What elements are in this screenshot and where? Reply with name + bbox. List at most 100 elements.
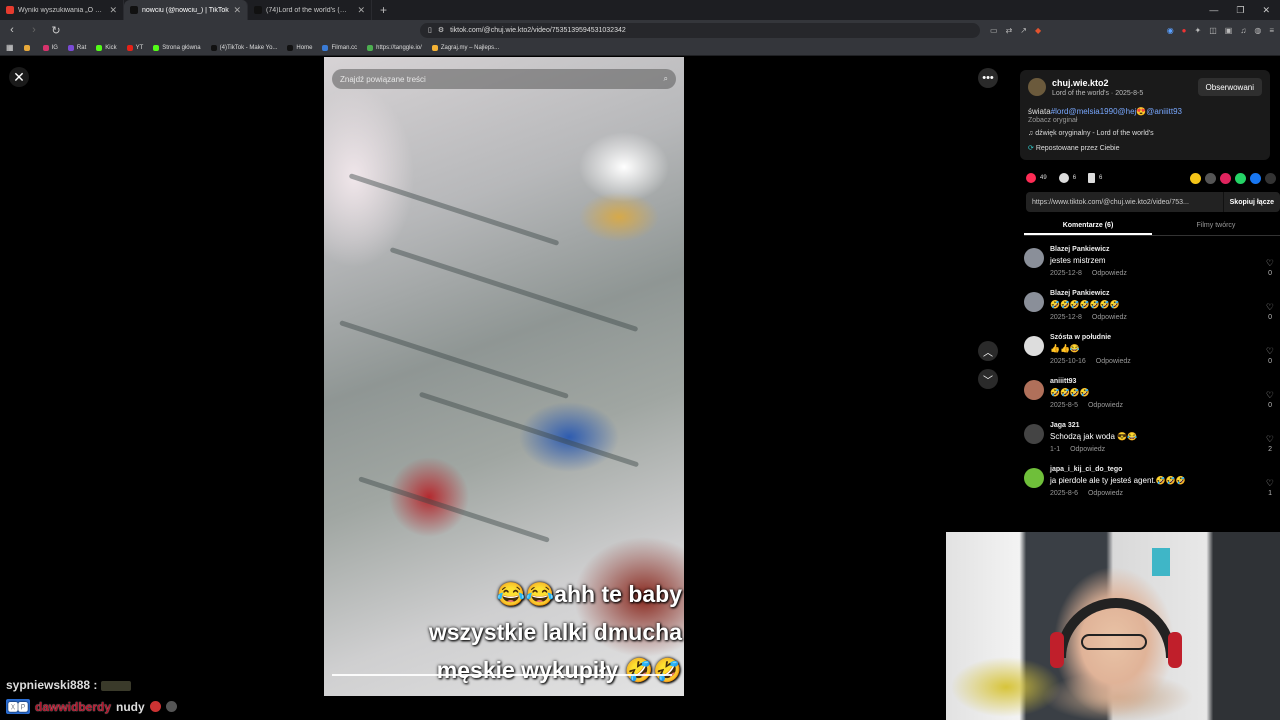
reload-icon[interactable]: ↻ bbox=[50, 24, 62, 37]
bookmark-item[interactable]: Zagraj.my – Najleps... bbox=[431, 44, 499, 51]
bookmark-item[interactable]: Rat bbox=[67, 44, 86, 51]
comment-like-icon[interactable]: ♡ bbox=[1266, 390, 1274, 401]
bookmark-item[interactable]: Strona główna bbox=[153, 44, 201, 51]
sound-link[interactable]: ♫ dźwięk oryginalny - Lord of the world'… bbox=[1028, 130, 1154, 137]
record-icon[interactable]: ● bbox=[1182, 26, 1187, 35]
video-caption-line: wszystkie lalki dmucha bbox=[428, 619, 682, 645]
favicon-icon bbox=[130, 6, 138, 14]
comment-button[interactable]: 6 bbox=[1058, 173, 1076, 183]
wallet-icon[interactable]: ▣ bbox=[1225, 26, 1233, 35]
tab-creator-videos[interactable]: Filmy twórcy bbox=[1152, 218, 1280, 235]
close-tab-icon[interactable]: ✕ bbox=[357, 5, 365, 16]
video-blur-streak bbox=[418, 391, 640, 468]
apps-icon[interactable]: ▦ bbox=[6, 43, 14, 52]
commenter-name[interactable]: Blazej Pankiewicz bbox=[1050, 290, 1110, 297]
bookmark-favicon-icon bbox=[67, 44, 74, 51]
author-avatar[interactable] bbox=[1028, 78, 1046, 96]
close-tab-icon[interactable]: ✕ bbox=[233, 5, 241, 16]
commenter-avatar[interactable] bbox=[1024, 292, 1044, 312]
reply-button[interactable]: Odpowiedz bbox=[1092, 270, 1127, 277]
comment-like-icon[interactable]: ♡ bbox=[1266, 302, 1274, 313]
comment-text: 👍👍😂 bbox=[1050, 344, 1080, 353]
share-link-field[interactable]: https://www.tiktok.com/@chuj.wie.kto2/vi… bbox=[1026, 192, 1223, 212]
bookmark-item[interactable]: Kick bbox=[96, 44, 117, 51]
bookmark-item[interactable]: Home bbox=[287, 44, 312, 51]
minimize-button[interactable]: — bbox=[1209, 5, 1218, 16]
reply-button[interactable]: Odpowiedz bbox=[1092, 314, 1127, 321]
reply-button[interactable]: Odpowiedz bbox=[1070, 446, 1105, 453]
author-name[interactable]: chuj.wie.kto2 bbox=[1052, 78, 1109, 88]
share-option-icon[interactable] bbox=[1205, 172, 1216, 184]
share-option-icon[interactable] bbox=[1250, 172, 1261, 184]
comment-like-icon[interactable]: ♡ bbox=[1266, 478, 1274, 489]
related-search-input[interactable]: Znajdź powiązane treści ⌕ bbox=[332, 69, 676, 89]
reply-button[interactable]: Odpowiedz bbox=[1088, 490, 1123, 497]
share-option-icon[interactable] bbox=[1190, 172, 1201, 184]
commenter-name[interactable]: aniiitt93 bbox=[1050, 378, 1076, 385]
search-icon[interactable]: ⌕ bbox=[664, 74, 668, 84]
pip-icon[interactable]: ▭ bbox=[990, 26, 998, 35]
toolbar-icons: ▭ ⇄ ↗ ◆ bbox=[990, 26, 1041, 35]
vpn-icon[interactable]: ◍ bbox=[1254, 26, 1261, 35]
menu-icon[interactable]: ≡ bbox=[1269, 26, 1274, 35]
close-video-button[interactable]: ✕ bbox=[9, 67, 29, 87]
music-icon[interactable]: ♫ bbox=[1240, 26, 1246, 35]
bookmark-item[interactable] bbox=[23, 44, 33, 51]
bookmark-item[interactable]: Filman.cc bbox=[322, 44, 357, 51]
comment-like-icon[interactable]: ♡ bbox=[1266, 258, 1274, 269]
browser-tab[interactable]: (74)Lord of the world's (@chuj.wie.kt ✕ bbox=[248, 0, 372, 20]
site-info-icon[interactable]: ⚙ bbox=[438, 26, 444, 34]
like-button[interactable]: 49 bbox=[1026, 173, 1047, 183]
new-tab-button[interactable]: + bbox=[372, 3, 395, 17]
commenter-name[interactable]: japa_i_kij_ci_do_tego bbox=[1050, 466, 1122, 473]
share-icon[interactable]: ↗ bbox=[1020, 26, 1027, 35]
comment-item: Jaga 321 Schodzą jak woda 😎😂 1-1 Odpowiedz… bbox=[1024, 420, 1274, 464]
close-tab-icon[interactable]: ✕ bbox=[109, 5, 117, 16]
commenter-avatar[interactable] bbox=[1024, 468, 1044, 488]
follow-button[interactable]: Obserwowani bbox=[1197, 78, 1262, 96]
tab-comments[interactable]: Komentarze (6) bbox=[1024, 218, 1152, 235]
more-options-button[interactable]: ••• bbox=[978, 68, 998, 88]
description-tags[interactable]: #lord@melsia1990@hej😍@aniiitt93 bbox=[1051, 107, 1182, 116]
bookmark-item[interactable]: https://tanggle.io/ bbox=[367, 44, 422, 51]
address-bar[interactable]: ▯ ⚙ tiktok.com/@chuj.wie.kto2/video/7535… bbox=[420, 22, 980, 38]
commenter-avatar[interactable] bbox=[1024, 380, 1044, 400]
previous-video-button[interactable]: ︿ bbox=[978, 341, 998, 361]
translate-icon[interactable]: ⇄ bbox=[1006, 26, 1013, 35]
bookmark-item[interactable]: YT bbox=[126, 44, 144, 51]
commenter-name[interactable]: Blazej Pankiewicz bbox=[1050, 246, 1110, 253]
back-icon[interactable]: ‹ bbox=[6, 24, 18, 36]
share-option-icon[interactable] bbox=[1235, 172, 1246, 184]
browser-tab[interactable]: Wyniki wyszukiwania „O PANI" w ser ✕ bbox=[0, 0, 124, 20]
extension-icons: ◉ ● ✦ ◫ ▣ ♫ ◍ ≡ bbox=[1167, 26, 1274, 35]
commenter-avatar[interactable] bbox=[1024, 248, 1044, 268]
share-option-icon[interactable] bbox=[1220, 172, 1231, 184]
commenter-avatar[interactable] bbox=[1024, 336, 1044, 356]
puzzle-icon[interactable]: ◫ bbox=[1209, 26, 1217, 35]
bookmark-item[interactable]: (4)TikTok - Make Yo... bbox=[210, 44, 277, 51]
share-option-icon[interactable] bbox=[1265, 172, 1276, 184]
commenter-name[interactable]: Szósta w południe bbox=[1050, 334, 1111, 341]
audio-icon[interactable]: ◉ bbox=[1167, 26, 1174, 35]
reply-button[interactable]: Odpowiedz bbox=[1096, 358, 1131, 365]
comment-like-icon[interactable]: ♡ bbox=[1266, 346, 1274, 357]
reply-button[interactable]: Odpowiedz bbox=[1088, 402, 1123, 409]
copy-link-button[interactable]: Skopiuj łącze bbox=[1222, 192, 1280, 212]
bookmark-icon[interactable]: ▯ bbox=[428, 26, 432, 34]
browser-tab[interactable]: nowciu (@nowciu_) | TikTok ✕ bbox=[124, 0, 248, 20]
forward-icon[interactable]: › bbox=[28, 24, 40, 36]
bookmark-label: YT bbox=[135, 44, 144, 51]
close-window-button[interactable]: ✕ bbox=[1262, 5, 1270, 16]
save-button[interactable]: 6 bbox=[1088, 173, 1102, 183]
video-player[interactable]: Znajdź powiązane treści ⌕ 😂😂ahh te baby … bbox=[324, 57, 684, 696]
brave-shield-icon[interactable]: ◆ bbox=[1035, 26, 1041, 35]
bookmark-item[interactable]: IG bbox=[42, 44, 58, 51]
next-video-button[interactable]: ﹀ bbox=[978, 369, 998, 389]
comment-like-icon[interactable]: ♡ bbox=[1266, 434, 1274, 445]
commenter-avatar[interactable] bbox=[1024, 424, 1044, 444]
see-original-link[interactable]: Zobacz oryginał bbox=[1028, 117, 1077, 124]
maximize-button[interactable]: ❐ bbox=[1236, 5, 1244, 16]
commenter-name[interactable]: Jaga 321 bbox=[1050, 422, 1080, 429]
video-progress-bar[interactable] bbox=[332, 674, 672, 676]
extensions-icon[interactable]: ✦ bbox=[1195, 26, 1202, 35]
